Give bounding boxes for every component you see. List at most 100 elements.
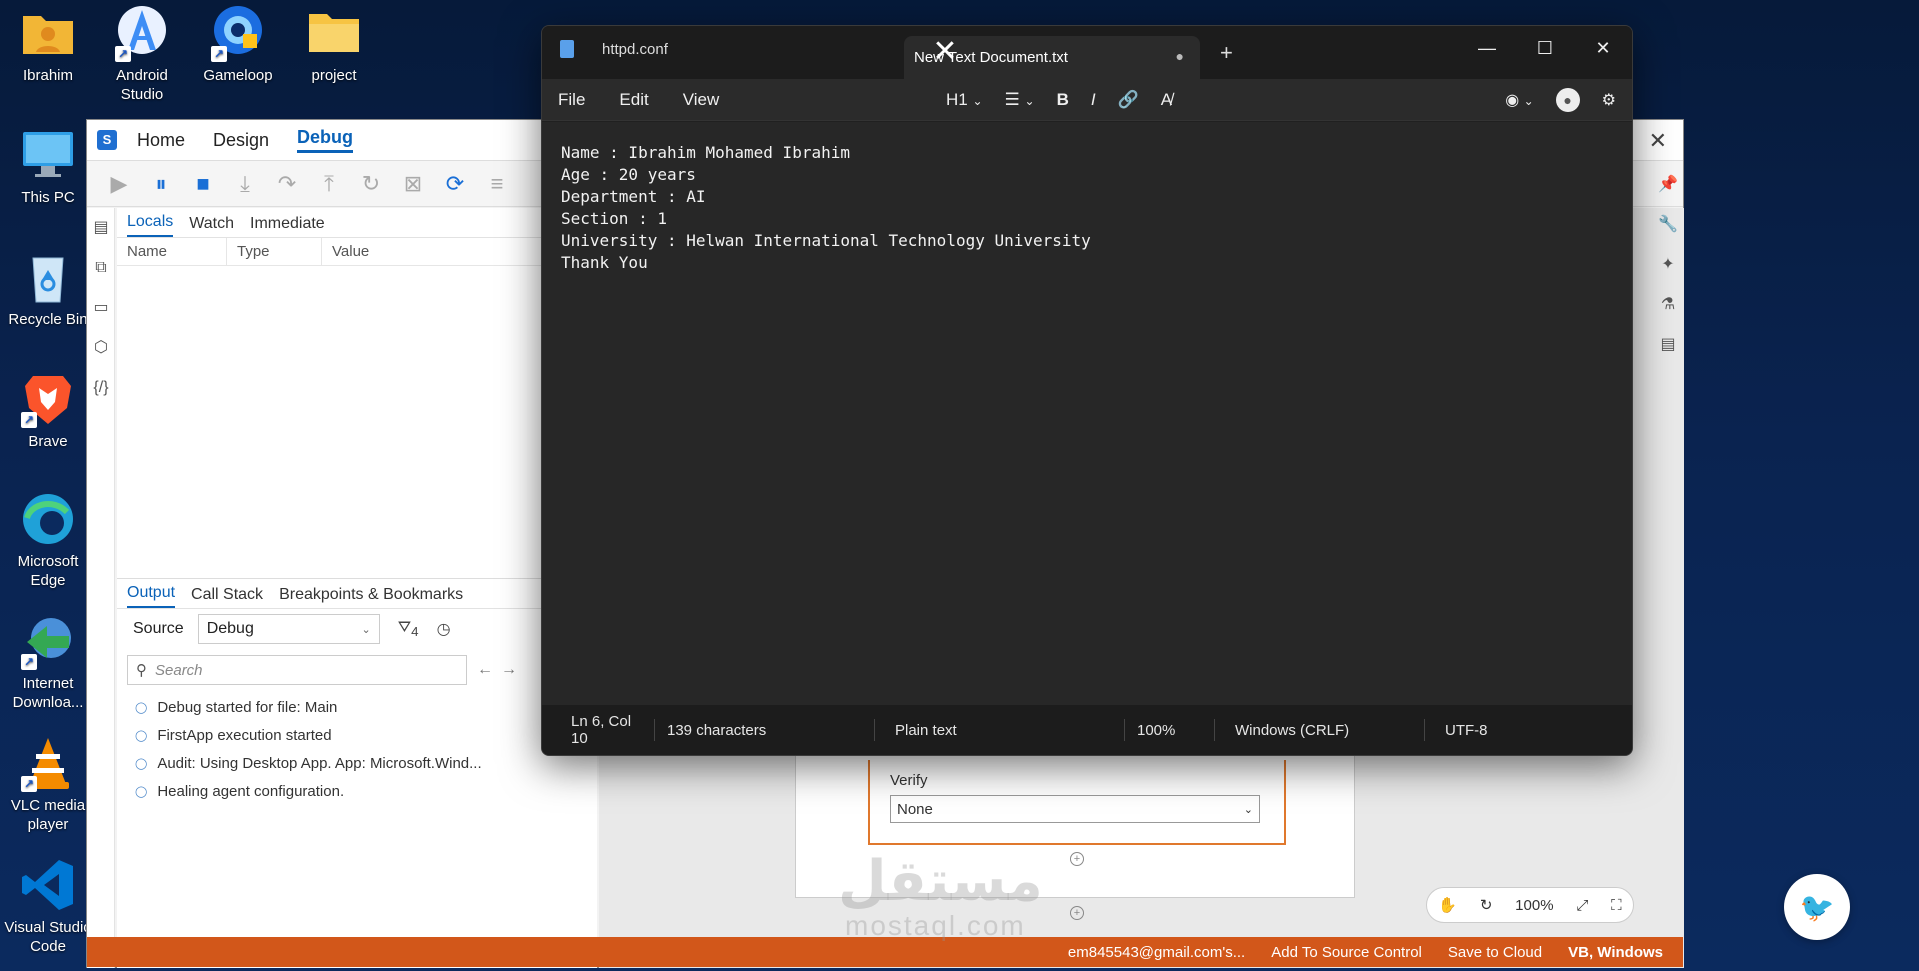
add-activity-icon[interactable]: + [1070,906,1084,920]
tab-httpd-conf[interactable]: httpd.conf [560,40,668,58]
menu-file[interactable]: File [558,90,585,110]
tab-immediate[interactable]: Immediate [250,215,325,237]
verify-dropdown[interactable]: None ⌄ [890,795,1260,823]
run-icon[interactable]: ▶ [105,170,133,198]
data-manager-icon[interactable]: {/} [87,368,115,408]
minimize-button[interactable]: — [1458,26,1516,70]
log-item[interactable]: ◯ Debug started for file: Main [117,693,597,721]
add-activity-icon[interactable]: + [1070,852,1084,866]
menu-view[interactable]: View [683,90,720,110]
info-icon: ◯ [135,701,148,714]
hand-icon[interactable]: ✋ [1438,896,1457,914]
step-out-icon[interactable]: ⤒ [315,170,343,198]
desktop-icon-brave[interactable]: ↗ Brave [0,370,96,451]
close-icon[interactable]: ✕ [1649,128,1667,154]
desktop-icon-edge[interactable]: Microsoft Edge [0,490,96,590]
tab-locals[interactable]: Locals [127,213,174,237]
text-editor[interactable]: Name : Ibrahim Mohamed Ibrahim Age : 20 … [542,122,1632,707]
vlc-icon: ↗ [19,734,77,792]
text-format[interactable]: Plain text [875,719,1125,741]
column-name[interactable]: Name [117,238,227,265]
internet-download-manager-icon: ↗ [19,612,77,670]
step-over-icon[interactable]: ↷ [273,170,301,198]
zoom-level[interactable]: 100% [1125,719,1215,741]
gameloop-icon: ↗ [209,4,267,62]
search-placeholder: Search [155,661,203,679]
project-icon[interactable]: ▤ [87,208,115,248]
copilot-icon[interactable]: ◉ ⌄ [1505,90,1533,110]
column-type[interactable]: Type [227,238,322,265]
line-ending[interactable]: Windows (CRLF) [1215,719,1425,741]
tab-call-stack[interactable]: Call Stack [191,586,263,608]
focus-icon[interactable]: ≡ [483,170,511,198]
clock-icon[interactable]: ◷ [437,619,451,639]
column-value[interactable]: Value [322,238,492,265]
source-dropdown[interactable]: Debug ⌄ [197,614,380,644]
assistant-button[interactable]: 🐦 [1784,874,1850,940]
desktop-icon-android-studio[interactable]: ↗ Android Studio [94,4,190,104]
close-icon[interactable]: ✕ [930,37,960,68]
desktop-icon-label: Brave [28,433,68,450]
pin-icon[interactable]: 📌 [1653,174,1683,214]
desktop-icon-gameloop[interactable]: ↗ Gameloop [190,4,286,85]
object-repository-icon[interactable]: ⬡ [87,328,115,368]
snippets-icon[interactable]: ▭ [87,288,115,328]
encoding[interactable]: UTF-8 [1425,719,1500,741]
activities-icon[interactable]: ⧉ [87,248,115,288]
cursor-position[interactable]: Ln 6, Col 10 [542,713,655,747]
desktop-icon-ibrahim[interactable]: Ibrahim [0,4,96,85]
test-icon[interactable]: ⚗ [1653,294,1683,334]
settings-icon[interactable]: ⚙ [1602,90,1616,110]
avatar[interactable]: ● [1555,88,1580,112]
arrow-right-icon[interactable]: → [501,661,517,679]
restart-icon[interactable]: ⟳ [441,170,469,198]
outline-icon[interactable]: ▤ [1653,334,1683,374]
bold-icon[interactable]: B [1057,90,1069,110]
log-item[interactable]: ◯ FirstApp execution started [117,721,597,749]
account-status[interactable]: em845543@gmail.com's... [1068,944,1245,961]
desktop-icon-recycle-bin[interactable]: Recycle Bin [0,248,96,329]
pause-icon[interactable]: ⏸ [147,170,175,198]
fullscreen-icon[interactable]: ⛶ [1611,897,1622,914]
tab-debug[interactable]: Debug [297,127,354,153]
desktop-icon-idm[interactable]: ↗ Internet Downloa... [0,612,96,712]
wrench-icon[interactable]: 🔧 [1653,214,1683,254]
heading-dropdown[interactable]: H1 ⌄ [946,90,983,110]
desktop-icon-this-pc[interactable]: This PC [0,126,96,207]
link-icon[interactable]: 🔗 [1118,90,1139,110]
retry-icon[interactable]: ↻ [357,170,385,198]
tab-watch[interactable]: Watch [189,215,234,237]
source-control-button[interactable]: Add To Source Control [1271,944,1422,961]
desktop-icon-project[interactable]: project [286,4,382,85]
tab-home[interactable]: Home [137,130,185,151]
tab-output[interactable]: Output [127,584,176,608]
clear-format-icon[interactable]: A̸ [1161,90,1172,110]
desktop-icon-vscode[interactable]: Visual Studio Code [0,856,96,956]
tab-breakpoints[interactable]: Breakpoints & Bookmarks [279,586,463,608]
reset-zoom-icon[interactable]: ↻ [1480,896,1493,914]
step-into-icon[interactable]: ⤓ [231,170,259,198]
log-item[interactable]: ◯ Audit: Using Desktop App. App: Microsof… [117,749,597,777]
menu-edit[interactable]: Edit [619,90,648,110]
chevron-down-icon: ⌄ [361,623,371,636]
unsaved-dot-icon[interactable]: ● [1176,48,1184,64]
close-button[interactable]: ✕ [1574,26,1632,70]
tab-design[interactable]: Design [213,130,269,151]
new-tab-button[interactable]: + [1220,40,1233,66]
sparkle-icon[interactable]: ✦ [1653,254,1683,294]
ignore-icon[interactable]: ⊠ [399,170,427,198]
list-dropdown[interactable]: ☰ ⌄ [1005,90,1035,110]
zoom-value[interactable]: 100% [1515,897,1553,914]
stop-icon[interactable]: ■ [189,170,217,198]
italic-icon[interactable]: I [1091,90,1096,110]
log-item[interactable]: ◯ Healing agent configuration. [117,777,597,805]
desktop-icon-vlc[interactable]: ↗ VLC media player [0,734,96,834]
arrow-left-icon[interactable]: ← [477,661,493,679]
filter-icon[interactable]: ⛛4 [398,619,419,639]
recycle-bin-icon [19,248,77,306]
maximize-button[interactable]: ☐ [1516,26,1574,70]
save-to-cloud-button[interactable]: Save to Cloud [1448,944,1542,961]
search-input[interactable]: ⚲ Search [127,655,467,685]
fit-icon[interactable]: ⤢ [1576,897,1588,914]
target-status[interactable]: VB, Windows [1568,944,1663,961]
